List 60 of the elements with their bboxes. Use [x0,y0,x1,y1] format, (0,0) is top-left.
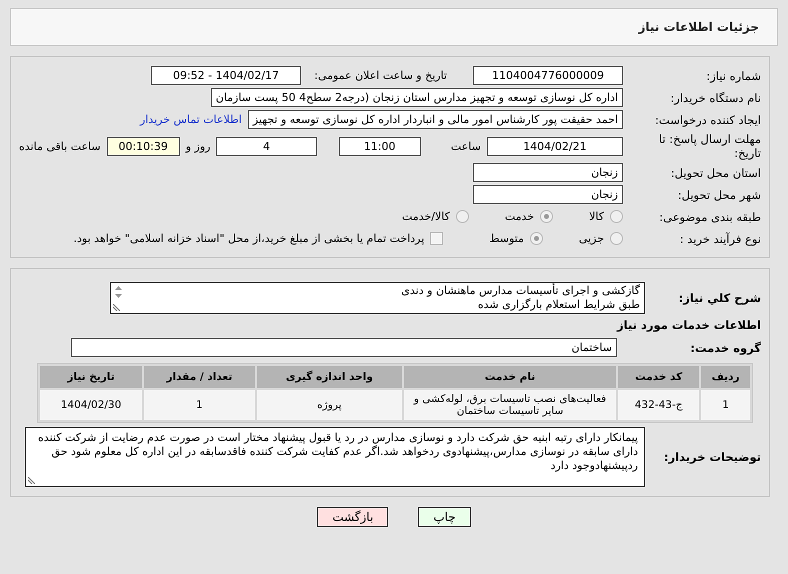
field-label: نوع فرآیند خرید : [678,232,761,246]
radio-button[interactable] [530,232,543,245]
field-label: توضیحات خریدار: [662,450,761,464]
field-label: مهلت ارسال پاسخ: تا تاریخ: [658,132,761,160]
table-cell: ج-43-432 [618,390,700,420]
print-button[interactable]: چاپ [418,507,471,527]
table-cell: 1 [701,390,750,420]
radio-label: کالا/خدمت [402,210,450,223]
service-group-field[interactable]: ساختمان [71,338,617,357]
days-field[interactable]: 4 [216,136,317,156]
table-cell: 1 [144,390,255,420]
back-button[interactable]: بازگشت [317,507,388,527]
column-header: تعداد / مقدار [144,366,255,388]
page-title: جزئیات اطلاعات نیاز [638,20,759,34]
field-label: ساعت باقی مانده [19,140,101,152]
deadline-date-field[interactable]: 1404/02/21 [486,136,623,156]
field-label: شرح كلي نياز: [678,291,761,305]
requester-field[interactable]: احمد حقیقت پور کارشناس امور مالی و انباردار اداره کل نوسازی توسعه و تجهیز [248,110,623,129]
checkbox-label: پرداخت تمام یا بخشی از مبلغ خرید،از محل "اسناد خزانه اسلامی" خواهد بود. [74,232,424,245]
column-header: ردیف [701,366,750,388]
section-title: اطلاعات خدمات مورد نیاز [616,318,761,332]
field-label: شهر محل تحویل: [676,188,761,202]
checkbox[interactable] [430,232,444,245]
field-label: تاریخ و ساعت اعلان عمومی: [313,69,447,82]
field-label: طبقه بندی موضوعی: [658,210,761,224]
province-field[interactable]: زنجان [473,163,623,182]
radio-label: متوسط [489,232,524,245]
field-label: نام دستگاه خریدار: [669,90,761,104]
radio-button[interactable] [456,210,469,223]
field-label: ایجاد کننده درخواست: [654,112,761,126]
table-cell: 1404/02/30 [40,390,142,420]
radio-label: جزیی [578,232,604,245]
table-cell: فعالیت‌های نصب تاسیسات برق، لوله‌کشی و سایر تاسیسات ساختمان [404,390,616,420]
field-label: شماره نیاز: [705,68,761,82]
radio-button[interactable] [540,210,554,223]
radio-button[interactable] [610,210,623,223]
column-header: نام خدمت [404,366,616,388]
remaining-time-field[interactable]: 00:10:39 [106,136,180,156]
buyer-org-field[interactable]: اداره کل نوسازی توسعه و تجهیز مدارس استان زنجان (درجه2 سطح4 50 پست سازمان [210,88,623,107]
scroll-arrows-icon [114,285,123,299]
buyer-notes-field[interactable]: پیمانکار دارای رتبه ابنیه حق شرکت دارد و نوسازی مدارس در رد یا قبول پیشنهاد مختار است در صورت عدم رضایت از شرکت کننده دارای سابقه در نوسازی مدارس،پیشنهادوی ردخواهد شد.اگر عدم کفایت شرکت کننده فاقدسابقه در این اداره کل معلوم شود حق ردپیشنهادوجود دارد [25,427,645,487]
description-field[interactable]: گازکشی و اجرای تأسیسات مدارس ماهنشان و دندی طبق شرایط استعلام بارگزاری شده [110,282,645,314]
field-label: ساعت [450,140,481,152]
city-field[interactable]: زنجان [473,185,623,204]
announce-date-field[interactable]: 1404/02/17 - 09:52 [151,66,301,85]
field-label: استان محل تحویل: [670,166,761,180]
column-header: واحد اندازه گیری [256,366,402,388]
deadline-time-field[interactable]: 11:00 [338,136,421,156]
radio-label: کالا [589,210,604,223]
field-label: گروه خدمت: [689,340,761,354]
radio-label: خدمت [504,210,534,223]
field-label: روز و [186,140,210,152]
buyer-contact-link[interactable]: اطلاعات تماس خریدار [140,113,242,126]
column-header: تاریخ نیاز [40,366,142,388]
table-cell: پروژه [256,390,402,420]
column-header: کد خدمت [618,366,700,388]
need-number-field[interactable]: 1104004776000009 [473,66,623,85]
resize-grip-icon [28,477,35,484]
radio-button[interactable] [610,232,623,245]
resize-grip-icon [113,304,120,311]
